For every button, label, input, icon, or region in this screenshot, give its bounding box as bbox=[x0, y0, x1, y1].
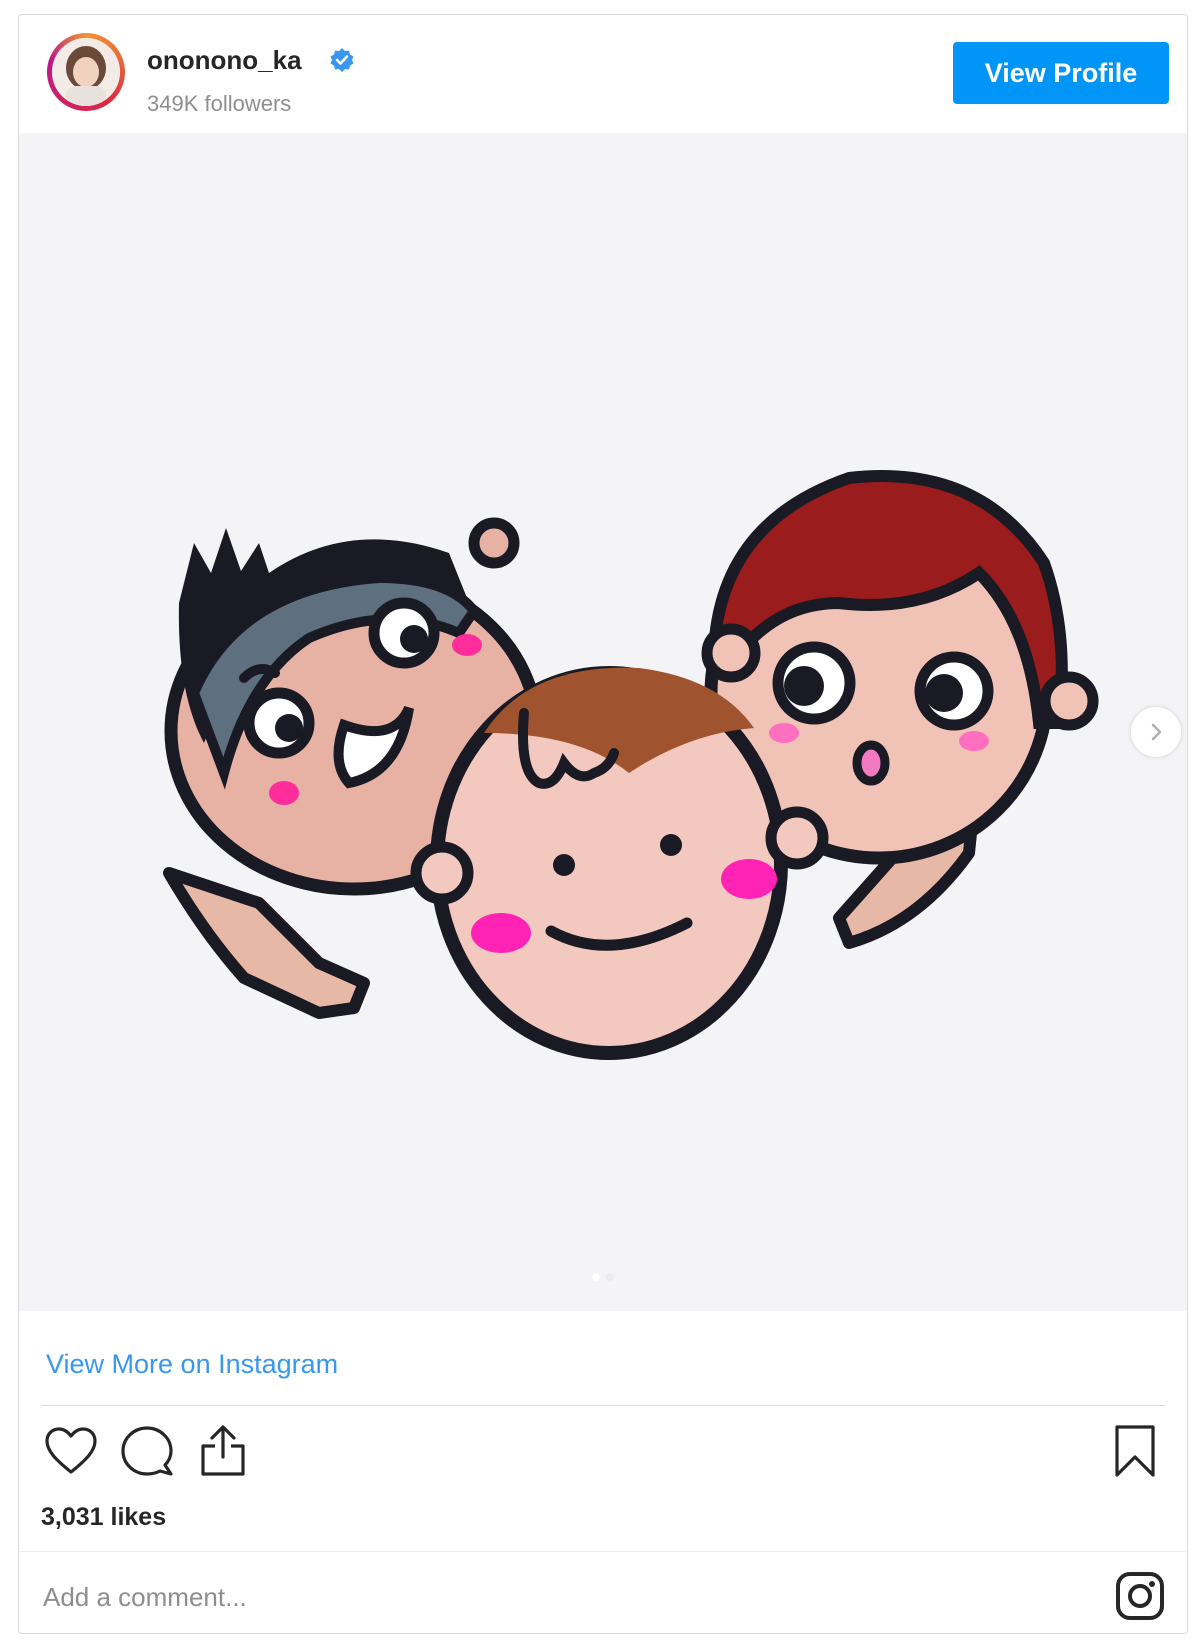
view-profile-button[interactable]: View Profile bbox=[953, 42, 1169, 104]
divider bbox=[41, 1405, 1165, 1406]
comment-button[interactable] bbox=[117, 1421, 177, 1481]
next-slide-button[interactable] bbox=[1131, 707, 1181, 757]
chevron-right-icon bbox=[1151, 723, 1162, 741]
heart-icon bbox=[45, 1427, 97, 1474]
view-more-on-instagram-link[interactable]: View More on Instagram bbox=[46, 1349, 338, 1380]
share-icon bbox=[201, 1425, 245, 1476]
comment-icon bbox=[121, 1426, 173, 1476]
carousel-dots bbox=[592, 1273, 614, 1281]
add-comment-input[interactable] bbox=[41, 1571, 1025, 1623]
avatar[interactable] bbox=[47, 33, 125, 111]
instagram-embed-card: ononono_ka 349K followers View Profile V… bbox=[18, 14, 1188, 1634]
carousel-dot bbox=[606, 1273, 614, 1281]
bookmark-icon bbox=[1115, 1425, 1155, 1477]
share-button[interactable] bbox=[193, 1421, 253, 1481]
like-button[interactable] bbox=[41, 1421, 101, 1481]
verified-badge-icon bbox=[330, 48, 354, 72]
post-image[interactable] bbox=[19, 133, 1187, 1311]
bookmark-button[interactable] bbox=[1105, 1421, 1165, 1481]
drawing-illustration bbox=[19, 133, 1187, 1311]
action-bar bbox=[41, 1421, 1165, 1487]
carousel-dot-active bbox=[592, 1273, 600, 1281]
divider bbox=[19, 1551, 1187, 1552]
like-count[interactable]: 3,031 likes bbox=[41, 1503, 166, 1532]
username[interactable]: ononono_ka bbox=[147, 45, 302, 76]
post-header: ononono_ka 349K followers View Profile bbox=[19, 15, 1187, 133]
instagram-logo-link[interactable] bbox=[1115, 1571, 1165, 1621]
follower-count: 349K followers bbox=[147, 91, 292, 116]
instagram-logo-icon bbox=[1116, 1572, 1164, 1620]
avatar-image bbox=[52, 38, 120, 106]
